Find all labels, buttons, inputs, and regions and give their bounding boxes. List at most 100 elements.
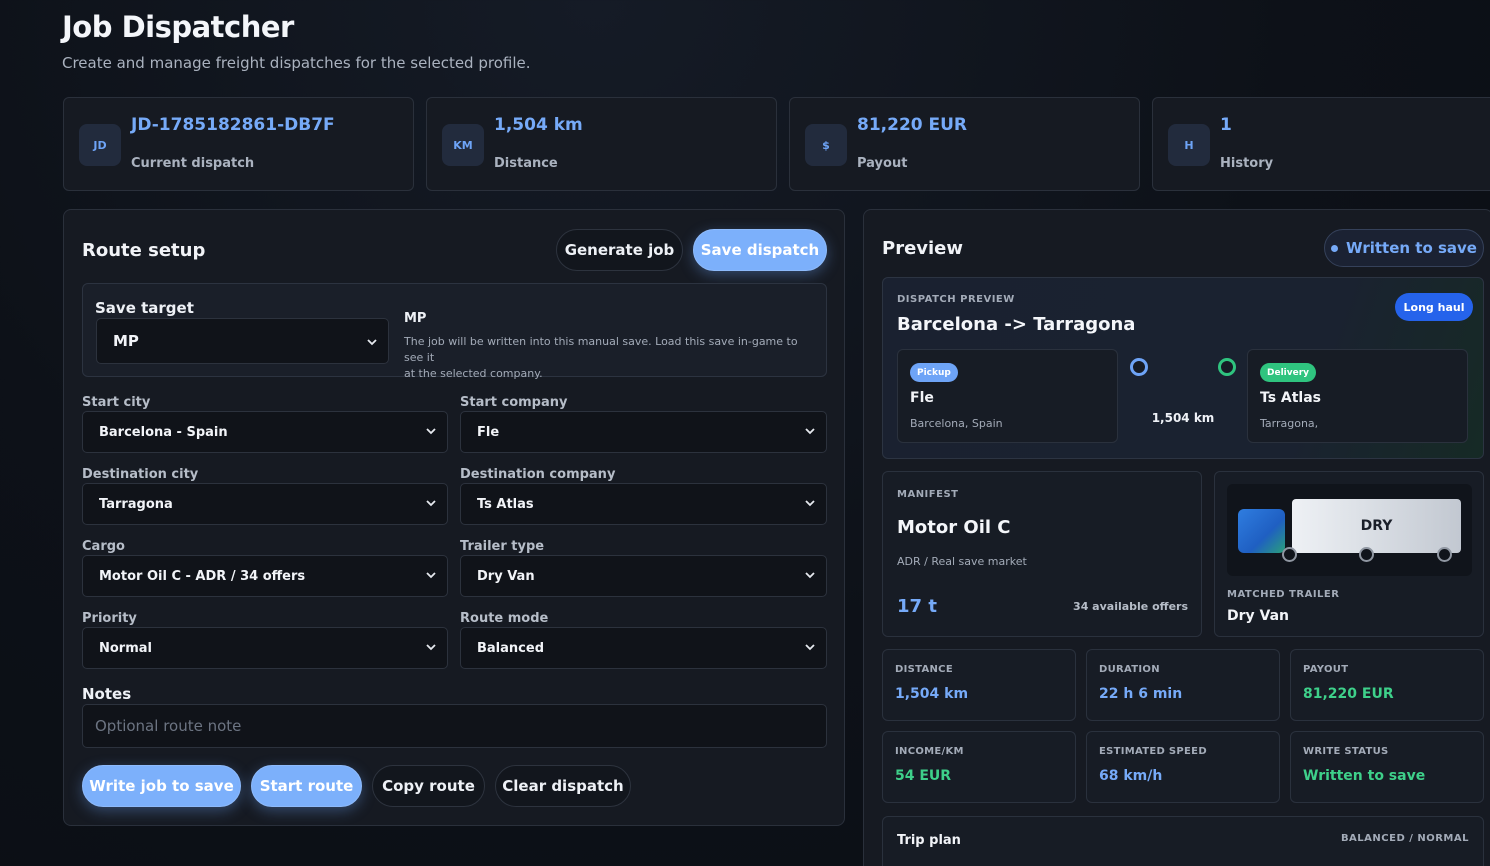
- dispatch-preview-eyebrow: DISPATCH PREVIEW: [897, 294, 1015, 305]
- pickup-company: Fle: [910, 390, 934, 406]
- manifest-weight: 17 t: [897, 596, 937, 617]
- dispatch-preview-card: DISPATCH PREVIEW Barcelona -> Tarragona …: [882, 277, 1484, 459]
- priority-select[interactable]: Normal: [82, 627, 448, 669]
- route-mode-select[interactable]: Balanced: [460, 627, 827, 669]
- metric-label: DURATION: [1099, 664, 1160, 675]
- manifest-offers: 34 available offers: [1073, 600, 1188, 613]
- chevron-down-icon: [426, 644, 436, 651]
- save-dispatch-button[interactable]: Save dispatch: [693, 229, 827, 271]
- metric-label: PAYOUT: [1303, 664, 1349, 675]
- destination-city-label: Destination city: [82, 467, 199, 482]
- destination-city-select[interactable]: Tarragona: [82, 483, 448, 525]
- write-job-button[interactable]: Write job to save: [82, 765, 241, 807]
- stat-value: JD-1785182861-DB7F: [131, 115, 335, 135]
- cargo-select[interactable]: Motor Oil C - ADR / 34 offers: [82, 555, 448, 597]
- notes-input[interactable]: Optional route note: [82, 704, 827, 748]
- preview-panel: Preview Written to save DISPATCH PREVIEW…: [863, 209, 1490, 866]
- notes-label: Notes: [82, 685, 132, 703]
- matched-trailer-eyebrow: MATCHED TRAILER: [1227, 589, 1340, 600]
- metric-value: 1,504 km: [895, 686, 969, 702]
- save-target-info-line: The job will be written into this manual…: [404, 335, 798, 364]
- status-dot-icon: [1331, 244, 1339, 252]
- delivery-badge: Delivery: [1260, 363, 1317, 382]
- save-target-label: Save target: [95, 299, 194, 317]
- distance-icon: KM: [442, 124, 484, 166]
- save-target-value: MP: [113, 332, 139, 350]
- trailer-box: DRY: [1292, 499, 1461, 553]
- long-haul-badge: Long haul: [1395, 293, 1473, 321]
- trailer-type-select[interactable]: Dry Van: [460, 555, 827, 597]
- metric-label: WRITE STATUS: [1303, 746, 1389, 757]
- pickup-card: Pickup Fle Barcelona, Spain: [897, 349, 1118, 443]
- metric-label: DISTANCE: [895, 664, 953, 675]
- metric-income-per-km: INCOME/KM 54 EUR: [882, 731, 1076, 803]
- wheel-icon: [1282, 547, 1297, 562]
- chevron-down-icon: [805, 644, 815, 651]
- destination-company-value: Ts Atlas: [477, 496, 534, 512]
- clear-dispatch-button[interactable]: Clear dispatch: [495, 765, 631, 807]
- metric-label: INCOME/KM: [895, 746, 964, 757]
- start-city-select[interactable]: Barcelona - Spain: [82, 411, 448, 453]
- chevron-down-icon: [805, 428, 815, 435]
- trip-plan-card: Trip plan BALANCED / NORMAL: [882, 816, 1484, 866]
- copy-route-button[interactable]: Copy route: [372, 765, 485, 807]
- stat-value: 81,220 EUR: [857, 115, 968, 135]
- metric-write-status: WRITE STATUS Written to save: [1290, 731, 1484, 803]
- manifest-market: ADR / Real save market: [897, 555, 1027, 568]
- wheel-icon: [1437, 547, 1452, 562]
- save-target-info-text: The job will be written into this manual…: [404, 334, 819, 382]
- currency-icon: $: [805, 124, 847, 166]
- write-status-text: Written to save: [1346, 239, 1477, 257]
- route-setup-title: Route setup: [82, 240, 206, 261]
- start-route-button[interactable]: Start route: [251, 765, 362, 807]
- stat-card-history: H 1 History: [1152, 97, 1490, 191]
- metric-value: 54 EUR: [895, 768, 952, 784]
- priority-label: Priority: [82, 611, 137, 626]
- delivery-company: Ts Atlas: [1260, 390, 1322, 406]
- stat-value: 1,504 km: [494, 115, 583, 135]
- chevron-down-icon: [426, 428, 436, 435]
- trip-plan-mode: BALANCED / NORMAL: [1340, 833, 1469, 844]
- destination-city-value: Tarragona: [99, 496, 173, 512]
- cargo-value: Motor Oil C - ADR / 34 offers: [99, 568, 306, 584]
- metric-payout: PAYOUT 81,220 EUR: [1290, 649, 1484, 721]
- matched-trailer-name: Dry Van: [1227, 608, 1290, 624]
- chevron-down-icon: [805, 572, 815, 579]
- metric-distance: DISTANCE 1,504 km: [882, 649, 1076, 721]
- stat-card-distance: KM 1,504 km Distance: [426, 97, 777, 191]
- save-target-info-line: at the selected company.: [404, 367, 543, 380]
- preview-title: Preview: [882, 238, 964, 259]
- delivery-place: Tarragona,: [1260, 417, 1319, 430]
- trailer-card: DRY MATCHED TRAILER Dry Van: [1214, 471, 1484, 637]
- start-city-label: Start city: [82, 395, 151, 410]
- save-target-select[interactable]: MP: [96, 318, 389, 364]
- start-city-value: Barcelona - Spain: [99, 424, 228, 440]
- route-setup-panel: Route setup Generate job Save dispatch S…: [63, 209, 845, 826]
- generate-job-button[interactable]: Generate job: [556, 229, 683, 271]
- stat-label: Distance: [494, 156, 558, 171]
- trip-plan-title: Trip plan: [897, 833, 961, 848]
- stat-value: 1: [1220, 115, 1232, 135]
- start-company-select[interactable]: Fle: [460, 411, 827, 453]
- cargo-label: Cargo: [82, 539, 125, 554]
- route-line-icon: [1130, 358, 1236, 376]
- pickup-badge: Pickup: [910, 363, 958, 382]
- metric-value: Written to save: [1303, 768, 1426, 784]
- stat-card-payout: $ 81,220 EUR Payout: [789, 97, 1140, 191]
- truck-cab-icon: [1238, 509, 1285, 553]
- metric-label: ESTIMATED SPEED: [1099, 746, 1207, 757]
- metric-value: 68 km/h: [1099, 768, 1163, 784]
- wheel-icon: [1359, 547, 1374, 562]
- history-icon: H: [1168, 124, 1210, 166]
- stat-label: History: [1220, 156, 1274, 171]
- stat-label: Current dispatch: [131, 156, 255, 171]
- save-target-info-title: MP: [404, 311, 427, 326]
- write-status-badge: Written to save: [1324, 229, 1484, 267]
- delivery-card: Delivery Ts Atlas Tarragona,: [1247, 349, 1468, 443]
- destination-company-select[interactable]: Ts Atlas: [460, 483, 827, 525]
- metric-value: 81,220 EUR: [1303, 686, 1394, 702]
- trailer-type-label: Trailer type: [460, 539, 545, 554]
- route-mode-value: Balanced: [477, 640, 544, 656]
- route-title: Barcelona -> Tarragona: [897, 314, 1136, 335]
- manifest-cargo: Motor Oil C: [897, 517, 1011, 538]
